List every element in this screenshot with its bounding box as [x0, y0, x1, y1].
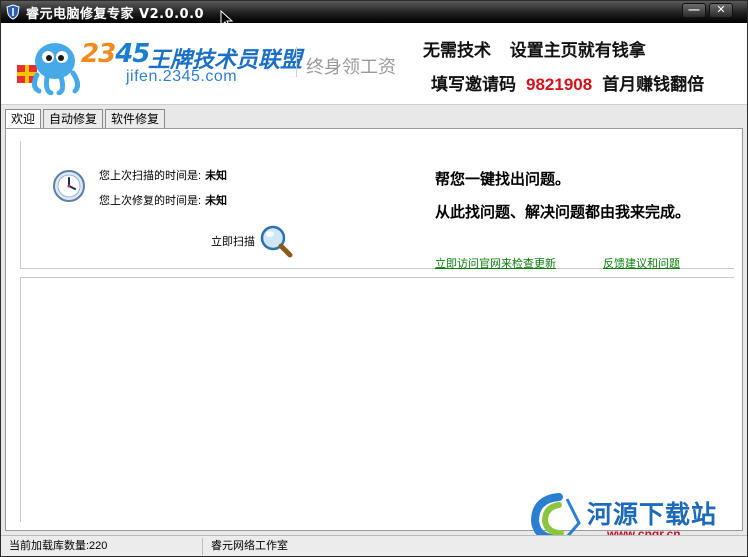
feedback-link[interactable]: 反馈建议和问题: [603, 255, 680, 271]
magnifier-icon: [260, 225, 293, 258]
last-repair-row: 您上次修复的时间是: 未知: [99, 192, 227, 208]
scan-now-label: 立即扫描: [211, 236, 255, 248]
message-find-problems: 帮您一键找出问题。: [435, 171, 571, 188]
last-scan-value: 未知: [205, 170, 228, 182]
close-button[interactable]: ✕: [709, 3, 733, 18]
status-bar: 当前加载库数量:220 睿元网络工作室: [1, 535, 747, 556]
check-update-link[interactable]: 立即访问官网来检查更新: [435, 255, 556, 271]
logo-url: jifen.2345.com: [126, 68, 238, 85]
tab-software-repair[interactable]: 软件修复: [105, 109, 166, 128]
tab-welcome[interactable]: 欢迎: [5, 109, 42, 129]
octopus-mascot-icon: [17, 43, 81, 95]
ad-line-1: 无需技术 设置主页就有钱拿: [423, 41, 646, 60]
ad-line-2-text-b: 首月赚钱翻倍: [602, 75, 705, 94]
last-scan-label: 您上次扫描的时间是:: [99, 170, 202, 182]
logo-separator: [296, 47, 297, 77]
welcome-panel: 您上次扫描的时间是: 未知 您上次修复的时间是: 未知 立即扫描 帮您一键找出问题。…: [5, 128, 743, 531]
tab-bar: 欢迎 自动修复 软件修复: [5, 109, 167, 129]
scan-now-button[interactable]: 立即扫描: [211, 224, 293, 258]
last-scan-row: 您上次扫描的时间是: 未知: [99, 167, 227, 183]
logo-slogan: 终身领工资: [306, 57, 396, 77]
status-studio: 睿元网络工作室: [211, 540, 288, 552]
ad-banner[interactable]: 2345 王牌技术员联盟 jifen.2345.com 终身领工资 无需技术 设…: [1, 23, 747, 105]
logo-number: 2345: [81, 39, 150, 69]
minimize-button[interactable]: —: [682, 3, 706, 18]
watermark-title: 河源下载站: [587, 501, 718, 529]
title-bar[interactable]: 睿元电脑修复专家 V2.0.0.0 — ✕: [1, 1, 747, 23]
clock-icon: [53, 170, 85, 202]
message-solve-problems: 从此找问题、解决问题都由我来完成。: [435, 204, 691, 221]
info-box: 您上次扫描的时间是: 未知 您上次修复的时间是: 未知 立即扫描 帮您一键找出问题。…: [20, 141, 734, 271]
invite-code: 9821908: [526, 75, 593, 94]
app-window: 睿元电脑修复专家 V2.0.0.0 — ✕ 2345 王牌技术员联盟 jifen…: [0, 0, 748, 557]
status-library-count: 当前加载库数量:220: [3, 538, 203, 555]
tab-auto-repair[interactable]: 自动修复: [43, 109, 104, 128]
last-repair-label: 您上次修复的时间是:: [99, 195, 202, 207]
last-repair-value: 未知: [205, 195, 228, 207]
ad-line-2: 填写邀请码 9821908 首月赚钱翻倍: [431, 70, 704, 95]
log-area: [20, 277, 734, 522]
ad-line-2-text-a: 填写邀请码: [431, 75, 516, 94]
window-title: 睿元电脑修复专家 V2.0.0.0: [26, 6, 205, 22]
shield-icon: [6, 4, 20, 20]
